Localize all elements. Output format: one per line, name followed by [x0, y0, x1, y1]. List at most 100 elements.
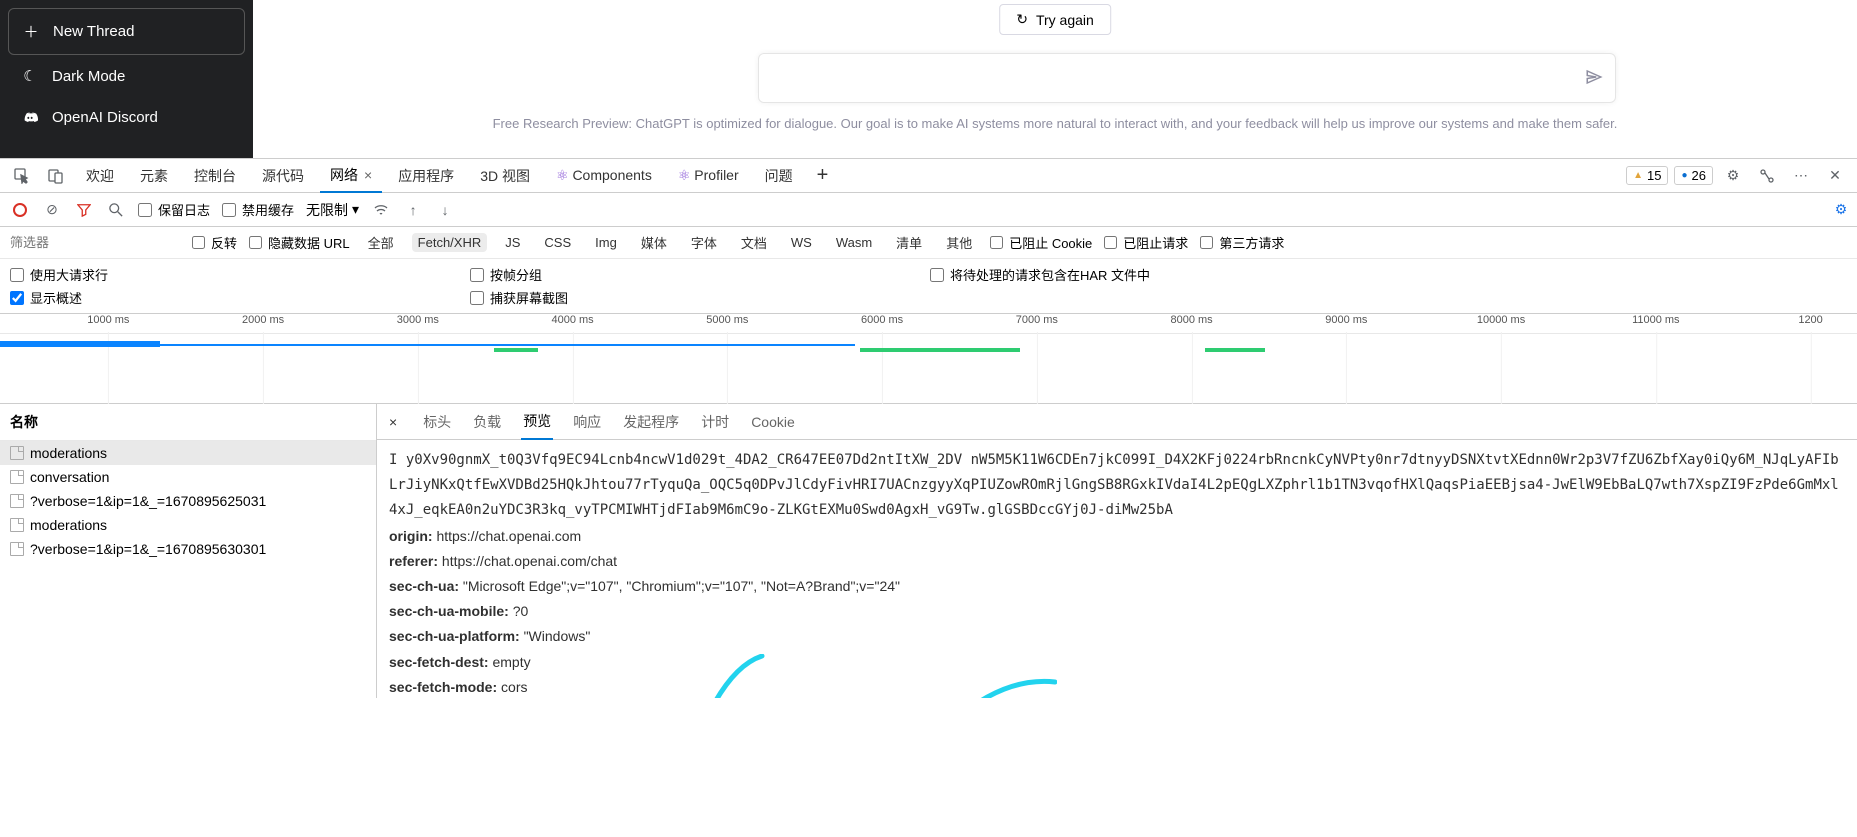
tab-3dview[interactable]: 3D 视图 [470, 160, 540, 192]
third-party-checkbox[interactable]: 第三方请求 [1200, 233, 1284, 252]
header-value: ?0 [513, 603, 529, 619]
filter-toggle-icon[interactable] [74, 200, 94, 220]
invert-checkbox[interactable]: 反转 [192, 233, 237, 252]
throttle-select[interactable]: 无限制 ▾ [306, 200, 359, 220]
request-row[interactable]: moderations [0, 513, 376, 537]
request-name: moderations [30, 445, 107, 461]
hide-data-urls-checkbox[interactable]: 隐藏数据 URL [249, 233, 350, 252]
chevron-down-icon: ▾ [352, 201, 359, 218]
request-name: moderations [30, 517, 107, 533]
request-list-header[interactable]: 名称 [0, 404, 376, 441]
header-value: "Windows" [524, 628, 591, 644]
devtools-tab-bar: 欢迎 元素 控制台 源代码 网络× 应用程序 3D 视图 ⚛ Component… [0, 159, 1857, 193]
request-row[interactable]: moderations [0, 441, 376, 465]
search-icon[interactable] [106, 200, 126, 220]
header-key: sec-ch-ua-mobile: [389, 603, 509, 619]
download-icon[interactable]: ↓ [435, 200, 455, 220]
timeline-tick: 2000 ms [242, 314, 284, 326]
chat-sidebar: ＋ New Thread ☾ Dark Mode OpenAI Discord [0, 0, 253, 158]
tab-issues[interactable]: 问题 [755, 160, 803, 192]
capture-screenshots-checkbox[interactable]: 捕获屏幕截图 [470, 288, 930, 307]
blocked-requests-checkbox[interactable]: 已阻止请求 [1104, 233, 1188, 252]
detail-tab-headers[interactable]: 标头 [421, 404, 453, 440]
issues-badge[interactable]: 26 [1674, 166, 1713, 185]
moon-icon: ☾ [22, 67, 38, 85]
large-rows-checkbox[interactable]: 使用大请求行 [10, 265, 470, 284]
wifi-icon[interactable] [371, 200, 391, 220]
filter-input[interactable] [10, 235, 180, 250]
device-icon[interactable] [42, 162, 70, 190]
tab-network[interactable]: 网络× [320, 159, 382, 193]
close-icon[interactable]: × [364, 167, 372, 183]
tab-application[interactable]: 应用程序 [388, 160, 464, 192]
detail-tab-payload[interactable]: 负载 [471, 404, 503, 440]
message-composer[interactable] [758, 53, 1616, 103]
type-doc[interactable]: 文档 [735, 231, 773, 254]
type-media[interactable]: 媒体 [635, 231, 673, 254]
request-row[interactable]: ?verbose=1&ip=1&_=1670895625031 [0, 489, 376, 513]
detail-tab-cookie[interactable]: Cookie [749, 404, 797, 440]
detail-body[interactable]: I y0Xv90gnmX_t0Q3Vfq9EC94Lcnb4ncwV1d029t… [377, 440, 1857, 698]
tab-sources[interactable]: 源代码 [252, 160, 314, 192]
include-har-checkbox[interactable]: 将待处理的请求包含在HAR 文件中 [930, 265, 1390, 284]
network-settings-icon[interactable]: ⚙ [1831, 200, 1851, 220]
detail-tab-response[interactable]: 响应 [571, 404, 603, 440]
inspect-icon[interactable] [8, 162, 36, 190]
detail-tab-initiator[interactable]: 发起程序 [621, 404, 681, 440]
type-font[interactable]: 字体 [685, 231, 723, 254]
preserve-log-checkbox[interactable]: 保留日志 [138, 200, 210, 219]
filter-bar: 反转 隐藏数据 URL 全部 Fetch/XHR JS CSS Img 媒体 字… [0, 227, 1857, 259]
disable-cache-checkbox[interactable]: 禁用缓存 [222, 200, 294, 219]
close-devtools-icon[interactable]: ✕ [1821, 162, 1849, 190]
type-wasm[interactable]: Wasm [830, 233, 878, 252]
request-detail: × 标头 负载 预览 响应 发起程序 计时 Cookie I y0Xv90gnm… [377, 404, 1857, 698]
try-again-button[interactable]: ↻ Try again [999, 4, 1111, 35]
clear-button[interactable]: ⊘ [42, 200, 62, 220]
activity-icon[interactable] [1753, 162, 1781, 190]
type-all[interactable]: 全部 [362, 231, 400, 254]
new-thread-button[interactable]: ＋ New Thread [8, 8, 245, 55]
request-row[interactable]: conversation [0, 465, 376, 489]
timeline-overview[interactable]: 1000 ms2000 ms3000 ms4000 ms5000 ms6000 … [0, 314, 1857, 404]
tab-components[interactable]: ⚛ Components [546, 161, 662, 190]
show-overview-checkbox[interactable]: 显示概述 [10, 288, 470, 307]
header-row: referer: https://chat.openai.com/chat [389, 549, 1845, 574]
header-value: "Microsoft Edge";v="107", "Chromium";v="… [463, 578, 900, 594]
react-icon: ⚛ [556, 167, 569, 183]
type-css[interactable]: CSS [538, 233, 577, 252]
timeline-tick: 1200 [1798, 314, 1822, 326]
detail-tab-preview[interactable]: 预览 [521, 404, 553, 440]
blocked-cookies-checkbox[interactable]: 已阻止 Cookie [990, 233, 1092, 252]
record-button[interactable] [10, 200, 30, 220]
settings-icon[interactable]: ⚙ [1719, 162, 1747, 190]
header-value: empty [492, 654, 530, 670]
timeline-tick: 1000 ms [87, 314, 129, 326]
detail-tab-timing[interactable]: 计时 [699, 404, 731, 440]
tab-welcome[interactable]: 欢迎 [76, 160, 124, 192]
type-img[interactable]: Img [589, 233, 623, 252]
tab-profiler[interactable]: ⚛ Profiler [668, 161, 749, 190]
tab-console[interactable]: 控制台 [184, 160, 246, 192]
group-frame-checkbox[interactable]: 按帧分组 [470, 265, 930, 284]
document-icon [10, 470, 24, 484]
type-fetch-xhr[interactable]: Fetch/XHR [412, 233, 488, 252]
upload-icon[interactable]: ↑ [403, 200, 423, 220]
discord-link[interactable]: OpenAI Discord [8, 97, 245, 138]
type-manifest[interactable]: 清单 [890, 231, 928, 254]
type-other[interactable]: 其他 [940, 231, 978, 254]
type-js[interactable]: JS [499, 233, 526, 252]
header-row: sec-ch-ua-mobile: ?0 [389, 599, 1845, 624]
header-key: sec-fetch-mode: [389, 679, 497, 695]
refresh-icon: ↻ [1016, 11, 1028, 28]
send-icon[interactable] [1585, 68, 1603, 89]
add-tab-button[interactable]: + [809, 164, 837, 187]
dark-mode-toggle[interactable]: ☾ Dark Mode [8, 55, 245, 97]
request-row[interactable]: ?verbose=1&ip=1&_=1670895630301 [0, 537, 376, 561]
options-panel: 使用大请求行 显示概述 按帧分组 捕获屏幕截图 将待处理的请求包含在HAR 文件… [0, 259, 1857, 314]
tab-elements[interactable]: 元素 [130, 160, 178, 192]
type-ws[interactable]: WS [785, 233, 818, 252]
detail-close-button[interactable]: × [383, 414, 403, 430]
header-key: origin: [389, 528, 433, 544]
warning-badge[interactable]: 15 [1626, 166, 1668, 185]
more-icon[interactable]: ⋯ [1787, 162, 1815, 190]
